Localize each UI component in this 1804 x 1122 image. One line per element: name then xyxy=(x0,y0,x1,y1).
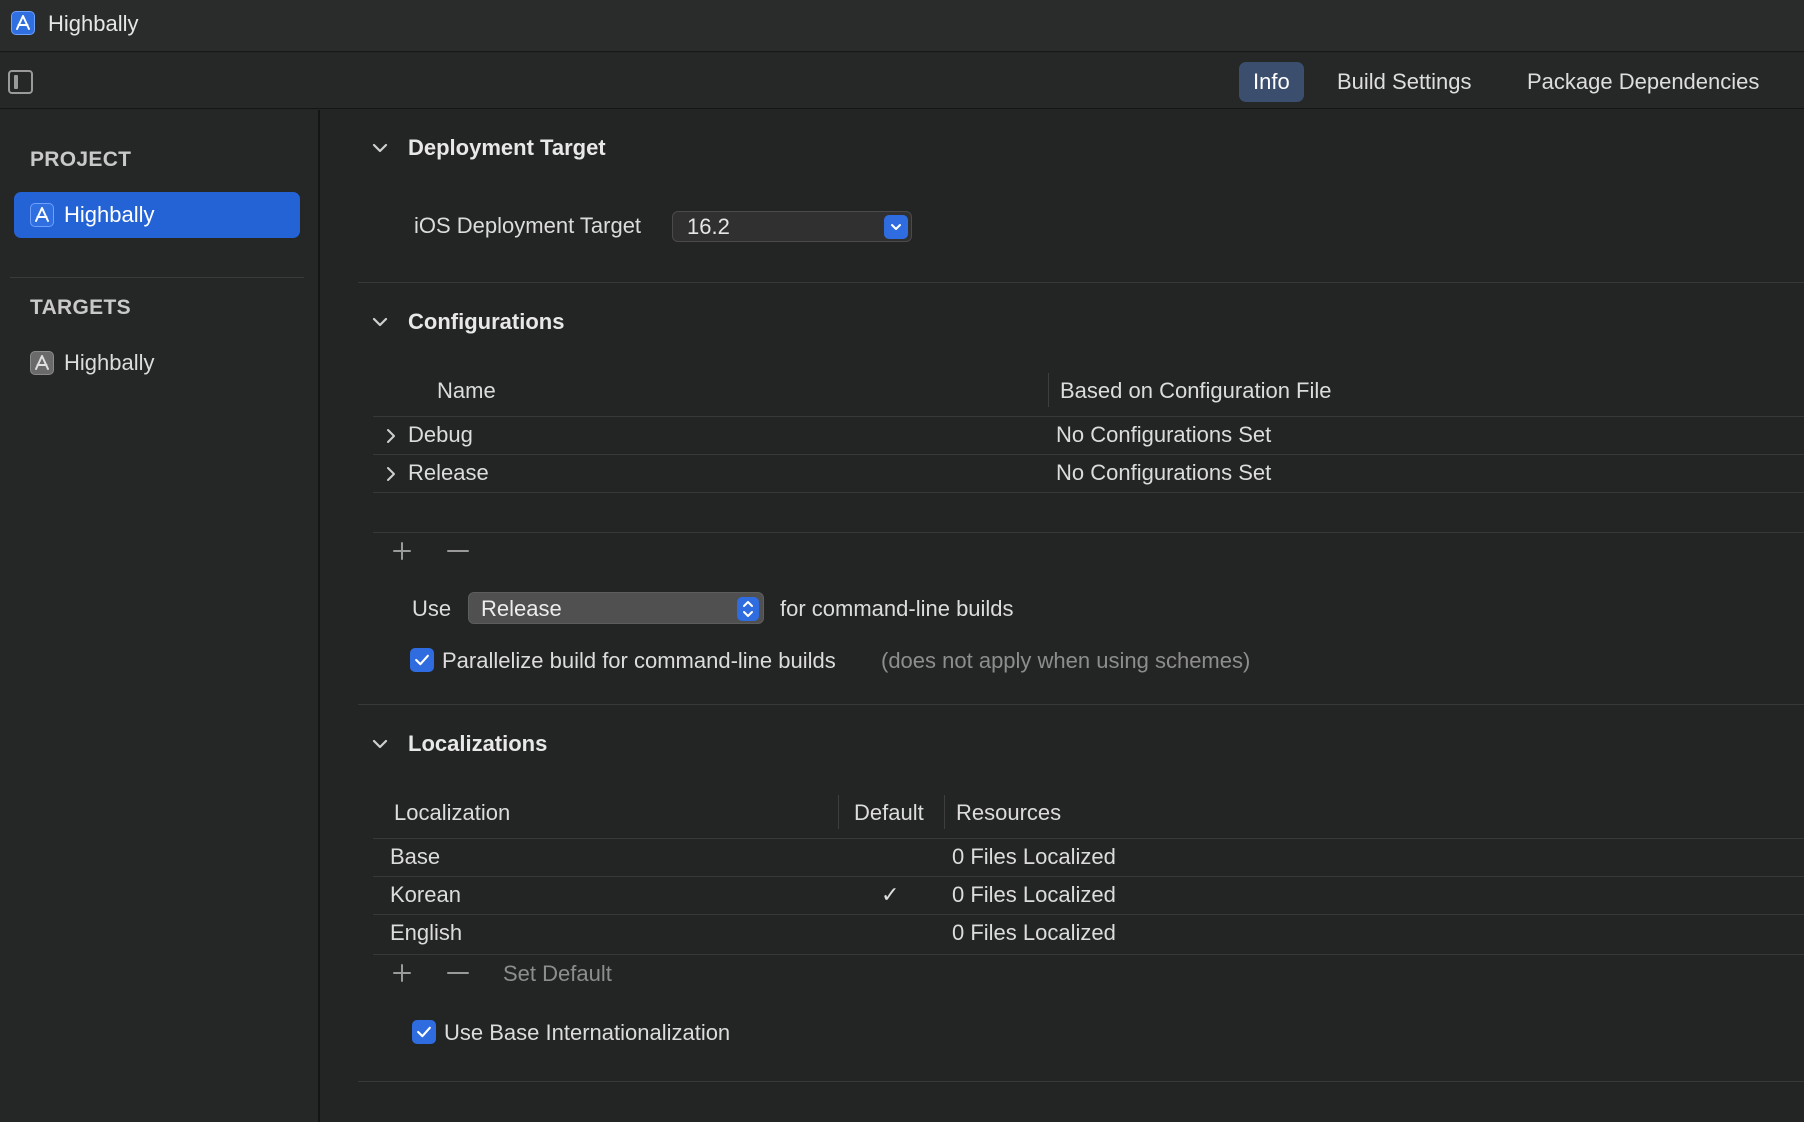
column-header-localization[interactable]: Localization xyxy=(394,800,510,826)
chevron-down-icon xyxy=(884,215,908,239)
command-line-config-value: Release xyxy=(481,596,562,621)
row-divider xyxy=(373,454,1804,455)
deployment-section-title: Deployment Target xyxy=(408,135,606,160)
project-icon xyxy=(30,203,54,227)
sidebar xyxy=(0,110,320,1122)
row-divider xyxy=(373,492,1804,493)
add-icon[interactable] xyxy=(390,961,414,985)
chevron-right-icon[interactable] xyxy=(383,465,399,483)
base-internationalization-checkbox[interactable] xyxy=(412,1020,436,1044)
table-row[interactable]: Debug No Configurations Set xyxy=(373,418,1804,454)
set-default-button[interactable]: Set Default xyxy=(503,961,612,987)
target-icon xyxy=(30,351,54,375)
table-row[interactable]: Korean ✓ 0 Files Localized xyxy=(373,878,1804,914)
localization-default-checkmark: ✓ xyxy=(881,882,900,907)
column-divider xyxy=(944,795,945,829)
column-header-name[interactable]: Name xyxy=(437,378,496,404)
sidebar-divider xyxy=(10,277,304,278)
chevron-down-icon[interactable] xyxy=(370,138,390,158)
parallelize-label[interactable]: Parallelize build for command-line build… xyxy=(442,648,836,674)
base-internationalization-label[interactable]: Use Base Internationalization xyxy=(444,1020,730,1046)
remove-icon[interactable] xyxy=(446,961,470,985)
section-divider xyxy=(358,704,1804,705)
project-heading: PROJECT xyxy=(30,148,132,171)
row-divider xyxy=(373,876,1804,877)
table-bottom-divider xyxy=(373,532,1804,533)
tab-build-settings[interactable]: Build Settings xyxy=(1323,62,1486,102)
chevron-right-icon[interactable] xyxy=(383,427,399,445)
sidebar-item-project[interactable] xyxy=(14,192,300,238)
table-row[interactable]: Base 0 Files Localized xyxy=(373,840,1804,876)
targets-heading: TARGETS xyxy=(30,296,131,319)
add-icon[interactable] xyxy=(390,539,414,563)
localizations-section-title: Localizations xyxy=(408,731,548,756)
localization-resources: 0 Files Localized xyxy=(952,920,1116,945)
column-divider xyxy=(838,795,839,829)
column-header-resources[interactable]: Resources xyxy=(956,800,1061,826)
command-line-config-select[interactable]: Release xyxy=(468,592,764,624)
localization-name: English xyxy=(390,920,463,945)
chevron-down-icon[interactable] xyxy=(370,312,390,332)
app-store-icon xyxy=(11,11,35,35)
section-divider xyxy=(358,282,1804,283)
remove-icon[interactable] xyxy=(446,539,470,563)
column-header-config-file[interactable]: Based on Configuration File xyxy=(1060,378,1332,404)
config-name: Release xyxy=(408,460,489,485)
sidebar-item-target[interactable]: Highbally xyxy=(64,350,155,376)
table-row[interactable]: Release No Configurations Set xyxy=(373,456,1804,492)
sidebar-item-project-label: Highbally xyxy=(64,202,155,227)
section-divider xyxy=(358,1081,1804,1082)
tab-package-dependencies[interactable]: Package Dependencies xyxy=(1513,62,1773,102)
table-bottom-divider xyxy=(373,954,1804,955)
chevron-down-icon[interactable] xyxy=(370,734,390,754)
use-label: Use xyxy=(412,596,452,621)
config-file: No Configurations Set xyxy=(1056,460,1272,485)
localization-resources: 0 Files Localized xyxy=(952,882,1116,907)
tab-info[interactable]: Info xyxy=(1239,62,1304,102)
column-header-default[interactable]: Default xyxy=(854,800,924,826)
chevron-up-down-icon xyxy=(737,597,759,621)
localization-name: Base xyxy=(390,844,441,869)
parallelize-note: (does not apply when using schemes) xyxy=(881,648,1251,673)
config-file: No Configurations Set xyxy=(1056,422,1272,447)
column-divider xyxy=(1048,373,1049,407)
table-header-divider xyxy=(373,838,1804,839)
title-bar xyxy=(0,0,1804,52)
table-header-divider xyxy=(373,416,1804,417)
localization-resources: 0 Files Localized xyxy=(952,844,1116,869)
row-divider xyxy=(373,914,1804,915)
window-title: Highbally xyxy=(48,11,139,36)
ios-deployment-label: iOS Deployment Target xyxy=(414,213,642,238)
localization-name: Korean xyxy=(390,882,461,907)
parallelize-checkbox[interactable] xyxy=(410,648,434,672)
table-row[interactable]: English 0 Files Localized xyxy=(373,916,1804,952)
ios-deployment-select[interactable]: 16.2 xyxy=(672,211,912,242)
sidebar-toggle-icon[interactable] xyxy=(8,70,33,94)
use-suffix-label: for command-line builds xyxy=(780,596,1014,621)
ios-deployment-value: 16.2 xyxy=(687,214,730,239)
configurations-section-title: Configurations xyxy=(408,309,565,334)
config-name: Debug xyxy=(408,422,473,447)
